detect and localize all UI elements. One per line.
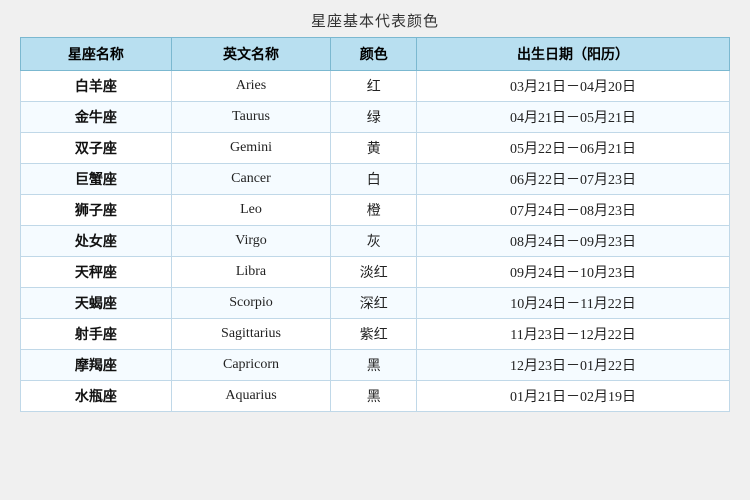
cell-chinese: 射手座 — [21, 319, 172, 350]
cell-english: Scorpio — [171, 288, 331, 319]
cell-date: 03月21日－04月20日 — [417, 71, 730, 102]
cell-color: 白 — [331, 164, 417, 195]
table-row: 狮子座Leo橙07月24日－08月23日 — [21, 195, 730, 226]
main-container: 星座基本代表颜色 星座名称 英文名称 颜色 出生日期（阳历） 白羊座Aries红… — [20, 10, 730, 412]
cell-chinese: 狮子座 — [21, 195, 172, 226]
cell-color: 绿 — [331, 102, 417, 133]
cell-color: 红 — [331, 71, 417, 102]
cell-date: 01月21日－02月19日 — [417, 381, 730, 412]
cell-date: 04月21日－05月21日 — [417, 102, 730, 133]
cell-chinese: 巨蟹座 — [21, 164, 172, 195]
cell-chinese: 双子座 — [21, 133, 172, 164]
cell-date: 08月24日－09月23日 — [417, 226, 730, 257]
cell-date: 06月22日－07月23日 — [417, 164, 730, 195]
cell-color: 黑 — [331, 381, 417, 412]
header-date: 出生日期（阳历） — [417, 38, 730, 71]
table-row: 双子座Gemini黄05月22日－06月21日 — [21, 133, 730, 164]
table-row: 巨蟹座Cancer白06月22日－07月23日 — [21, 164, 730, 195]
cell-color: 黄 — [331, 133, 417, 164]
cell-english: Gemini — [171, 133, 331, 164]
cell-chinese: 水瓶座 — [21, 381, 172, 412]
cell-chinese: 天秤座 — [21, 257, 172, 288]
cell-english: Cancer — [171, 164, 331, 195]
table-row: 摩羯座Capricorn黑12月23日－01月22日 — [21, 350, 730, 381]
cell-english: Capricorn — [171, 350, 331, 381]
table-row: 水瓶座Aquarius黑01月21日－02月19日 — [21, 381, 730, 412]
cell-color: 深红 — [331, 288, 417, 319]
cell-chinese: 天蝎座 — [21, 288, 172, 319]
cell-chinese: 金牛座 — [21, 102, 172, 133]
table-row: 天秤座Libra淡红09月24日－10月23日 — [21, 257, 730, 288]
cell-date: 07月24日－08月23日 — [417, 195, 730, 226]
cell-chinese: 处女座 — [21, 226, 172, 257]
zodiac-table: 星座名称 英文名称 颜色 出生日期（阳历） 白羊座Aries红03月21日－04… — [20, 37, 730, 412]
cell-color: 淡红 — [331, 257, 417, 288]
cell-color: 黑 — [331, 350, 417, 381]
cell-english: Taurus — [171, 102, 331, 133]
table-header-row: 星座名称 英文名称 颜色 出生日期（阳历） — [21, 38, 730, 71]
cell-chinese: 摩羯座 — [21, 350, 172, 381]
cell-english: Libra — [171, 257, 331, 288]
page-title: 星座基本代表颜色 — [20, 10, 730, 31]
table-row: 天蝎座Scorpio深红10月24日－11月22日 — [21, 288, 730, 319]
cell-english: Aries — [171, 71, 331, 102]
table-row: 金牛座Taurus绿04月21日－05月21日 — [21, 102, 730, 133]
cell-color: 灰 — [331, 226, 417, 257]
cell-date: 11月23日－12月22日 — [417, 319, 730, 350]
header-chinese: 星座名称 — [21, 38, 172, 71]
table-row: 处女座Virgo灰08月24日－09月23日 — [21, 226, 730, 257]
cell-color: 橙 — [331, 195, 417, 226]
cell-date: 10月24日－11月22日 — [417, 288, 730, 319]
header-color: 颜色 — [331, 38, 417, 71]
cell-date: 05月22日－06月21日 — [417, 133, 730, 164]
cell-english: Leo — [171, 195, 331, 226]
cell-date: 09月24日－10月23日 — [417, 257, 730, 288]
table-row: 白羊座Aries红03月21日－04月20日 — [21, 71, 730, 102]
cell-english: Aquarius — [171, 381, 331, 412]
cell-english: Virgo — [171, 226, 331, 257]
cell-english: Sagittarius — [171, 319, 331, 350]
cell-color: 紫红 — [331, 319, 417, 350]
table-row: 射手座Sagittarius紫红11月23日－12月22日 — [21, 319, 730, 350]
cell-chinese: 白羊座 — [21, 71, 172, 102]
header-english: 英文名称 — [171, 38, 331, 71]
cell-date: 12月23日－01月22日 — [417, 350, 730, 381]
